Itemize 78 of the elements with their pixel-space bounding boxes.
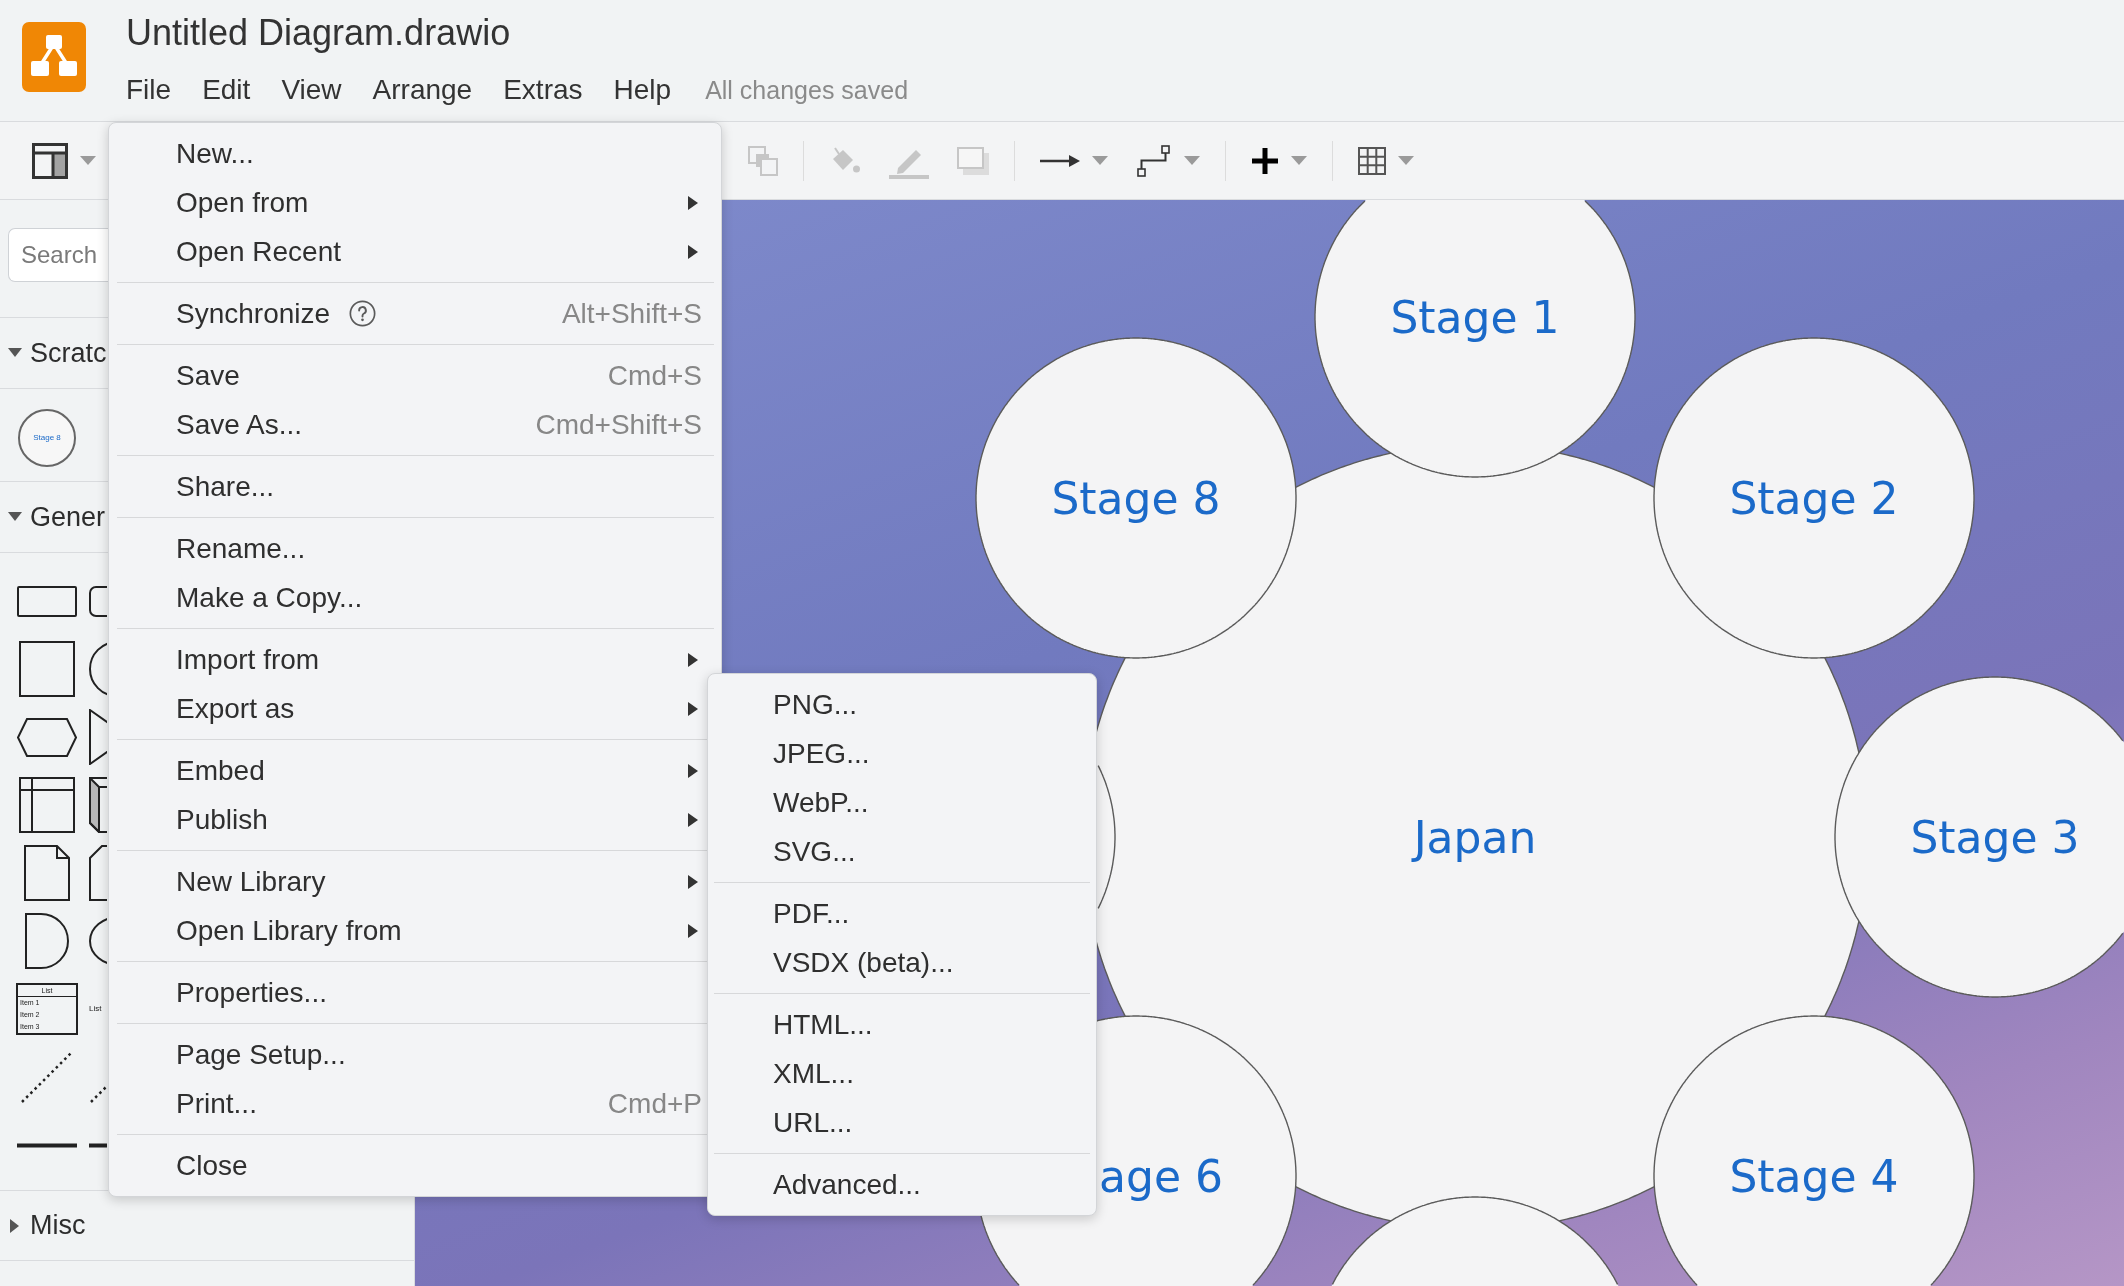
- search-field[interactable]: Search: [8, 228, 108, 282]
- menu-item[interactable]: Save As...: [176, 403, 303, 446]
- menu-item[interactable]: PNG...: [773, 683, 857, 726]
- menu-item[interactable]: JPEG...: [773, 732, 870, 775]
- menu-item[interactable]: VSDX (beta)...: [773, 941, 954, 984]
- line-shape[interactable]: [17, 1142, 77, 1148]
- sidebar-layout-icon[interactable]: [32, 142, 68, 179]
- shortcut-text: Cmd+S: [607, 358, 702, 393]
- node-label: Stage 4: [1729, 1150, 1899, 1202]
- line-shape[interactable]: [89, 1142, 107, 1148]
- dotted-line-shape[interactable]: [20, 1050, 74, 1104]
- menu-bar-item[interactable]: Arrange: [372, 72, 473, 108]
- menu-item[interactable]: Synchronize: [176, 292, 331, 335]
- shortcut-text: Cmd+P: [607, 1086, 702, 1121]
- shortcut-text: Cmd+Shift+S: [535, 407, 702, 442]
- menu-item[interactable]: Close: [176, 1144, 248, 1187]
- node-label: Stage 8: [1051, 472, 1221, 524]
- menu-item[interactable]: XML...: [773, 1052, 854, 1095]
- menu-item[interactable]: New Library: [176, 860, 326, 903]
- menu-item[interactable]: SVG...: [773, 830, 856, 873]
- menu-item[interactable]: URL...: [773, 1101, 853, 1144]
- save-status-text: All changes saved: [705, 75, 909, 106]
- menu-item[interactable]: Open from: [176, 181, 309, 224]
- menu-item[interactable]: Embed: [176, 749, 265, 792]
- menu-item[interactable]: Advanced...: [773, 1163, 921, 1206]
- menu-bar-item[interactable]: View: [281, 72, 342, 108]
- menu-item[interactable]: Rename...: [176, 527, 306, 570]
- document-shape[interactable]: [24, 845, 70, 901]
- square-shape[interactable]: [19, 641, 75, 697]
- caret-icon[interactable]: [1291, 156, 1307, 165]
- caret-icon[interactable]: [1092, 156, 1108, 165]
- menu-item[interactable]: Print...: [176, 1082, 257, 1125]
- menu-item[interactable]: Make a Copy...: [176, 576, 363, 619]
- menu-item[interactable]: WebP...: [773, 781, 869, 824]
- elbow-connector-icon[interactable]: [1136, 144, 1172, 177]
- caret-icon[interactable]: [1398, 156, 1414, 165]
- node-label: Stage 1: [1390, 291, 1560, 343]
- table-grid-icon[interactable]: [1358, 146, 1386, 175]
- menu-item[interactable]: Publish: [176, 798, 268, 841]
- storage-shape[interactable]: [19, 777, 75, 833]
- text-shape[interactable]: List: [89, 1003, 102, 1015]
- section-header[interactable]: Gener: [8, 496, 106, 538]
- menu-item[interactable]: Page Setup...: [176, 1033, 346, 1076]
- menu-item[interactable]: Save: [176, 354, 240, 397]
- menu-item[interactable]: Share...: [176, 465, 275, 508]
- help-icon[interactable]: [349, 300, 377, 327]
- menu-item[interactable]: PDF...: [773, 892, 850, 935]
- document-title[interactable]: Untitled Diagram.drawio: [126, 11, 511, 55]
- section-header[interactable]: Scratc: [8, 332, 107, 374]
- caret-icon[interactable]: [1184, 156, 1200, 165]
- menu-item[interactable]: HTML...: [773, 1003, 873, 1046]
- menu-item[interactable]: Export as: [176, 687, 295, 730]
- menu-item[interactable]: Import from: [176, 638, 320, 681]
- caret-icon[interactable]: [80, 156, 96, 165]
- node-label: Japan: [1413, 811, 1537, 863]
- menu-bar-item[interactable]: Help: [613, 72, 672, 108]
- section-header[interactable]: Misc: [8, 1205, 86, 1246]
- menu-item[interactable]: Open Library from: [176, 909, 402, 952]
- node-label: age 6: [1099, 1150, 1223, 1202]
- circle-shape[interactable]: Stage 8: [18, 409, 76, 467]
- menu-bar-item[interactable]: Extras: [503, 72, 583, 108]
- menu-bar-item[interactable]: File: [126, 72, 172, 108]
- menu-item[interactable]: New...: [176, 132, 254, 175]
- hexagon-shape[interactable]: [17, 717, 77, 757]
- menu-item[interactable]: Open Recent: [176, 230, 341, 273]
- triangle-shape[interactable]: [89, 709, 107, 765]
- shortcut-text: Alt+Shift+S: [561, 296, 702, 331]
- plus-icon[interactable]: [1251, 146, 1279, 175]
- rectangle-shape[interactable]: [17, 585, 77, 617]
- half-round-shape[interactable]: [25, 913, 69, 969]
- node-label: Stage 3: [1910, 811, 2080, 863]
- card-shape[interactable]: [89, 845, 107, 901]
- menu-item[interactable]: Properties...: [176, 971, 327, 1014]
- menu-bar-item[interactable]: Edit: [202, 72, 251, 108]
- logo-icon: [22, 22, 86, 92]
- node-label: Stage 2: [1729, 472, 1899, 524]
- shape-label: Stage 8: [33, 432, 61, 444]
- arrow-icon[interactable]: [1040, 152, 1080, 169]
